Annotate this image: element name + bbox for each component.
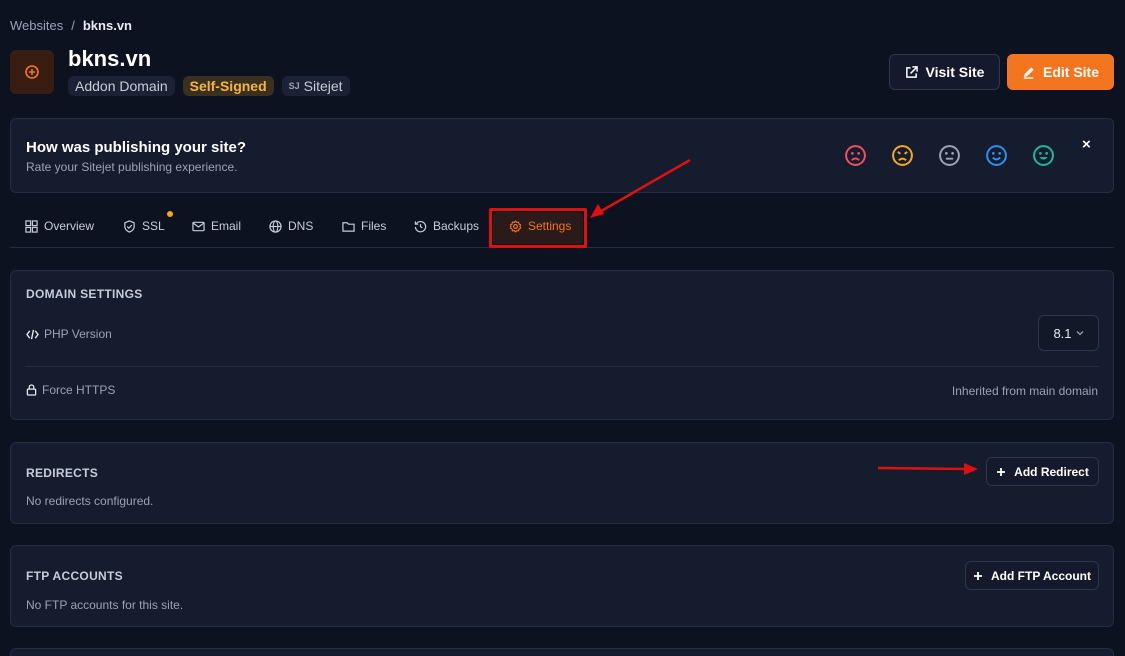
tab-files-label: Files xyxy=(361,219,387,233)
settings-annotation-box xyxy=(489,208,587,248)
add-redirect-label: Add Redirect xyxy=(1014,464,1089,479)
redirects-card: REDIRECTS No redirects configured. xyxy=(10,442,1114,524)
mail-icon xyxy=(192,221,205,231)
site-icon xyxy=(10,50,54,94)
tab-email[interactable]: Email xyxy=(192,219,241,233)
site-target-icon xyxy=(25,65,39,79)
add-ftp-account-button[interactable]: Add FTP Account xyxy=(965,561,1099,590)
tab-email-label: Email xyxy=(211,219,242,233)
feedback-title: How was publishing your site? xyxy=(26,139,247,156)
next-card-partial xyxy=(10,648,1114,656)
visit-site-button[interactable]: Visit Site xyxy=(889,54,1000,90)
php-version-label: PHP Version xyxy=(44,327,112,341)
edit-site-label: Edit Site xyxy=(1042,64,1099,80)
force-https-row: Force HTTPS xyxy=(26,383,115,397)
tab-ssl-label: SSL xyxy=(142,219,165,233)
shield-icon xyxy=(124,219,135,233)
feedback-panel: How was publishing your site? Rate your … xyxy=(10,118,1114,193)
php-version-row: PHP Version xyxy=(26,327,112,341)
feedback-subtitle: Rate your Sitejet publishing experience. xyxy=(26,160,238,174)
tab-overview-label: Overview xyxy=(44,219,95,233)
domain-settings-card: DOMAIN SETTINGS PHP Version Force HTTPS … xyxy=(10,270,1114,420)
lock-icon xyxy=(26,384,37,396)
chevron-down-icon xyxy=(1076,331,1083,336)
tab-dns[interactable]: DNS xyxy=(269,219,313,233)
tab-dns-label: DNS xyxy=(288,219,314,233)
breadcrumb-separator: / xyxy=(71,18,75,33)
ftp-empty-text: No FTP accounts for this site. xyxy=(26,598,184,612)
force-https-label: Force HTTPS xyxy=(42,383,116,397)
plus-icon xyxy=(974,571,982,580)
pencil-icon xyxy=(1023,66,1034,79)
add-redirect-button[interactable]: Add Redirect xyxy=(986,457,1099,486)
breadcrumb-websites-link[interactable]: Websites xyxy=(10,18,63,33)
page-title: bkns.vn xyxy=(68,46,152,71)
edit-site-button[interactable]: Edit Site xyxy=(1007,54,1114,90)
plus-icon xyxy=(997,467,1006,476)
domain-type-badge: Addon Domain xyxy=(68,76,175,96)
ssl-status-badge: Self-Signed xyxy=(182,76,274,96)
tab-ssl[interactable]: SSL xyxy=(123,219,165,233)
breadcrumb-current: bkns.vn xyxy=(82,18,132,33)
visit-site-label: Visit Site xyxy=(925,64,985,80)
redirects-empty-text: No redirects configured. xyxy=(26,494,154,508)
sitejet-icon: SJ xyxy=(288,81,300,91)
tab-backups[interactable]: Backups xyxy=(414,219,479,233)
breadcrumb: Websites / bkns.vn xyxy=(10,18,132,33)
very-unhappy-face-icon[interactable] xyxy=(845,145,866,166)
globe-icon xyxy=(269,219,282,233)
add-ftp-account-label: Add FTP Account xyxy=(991,568,1091,583)
ssl-warning-dot xyxy=(167,211,173,217)
site-badges: Addon Domain Self-Signed SJ Sitejet xyxy=(68,76,350,96)
builder-badge: SJ Sitejet xyxy=(281,76,350,96)
history-icon xyxy=(414,220,427,232)
external-link-icon xyxy=(905,65,918,78)
tab-files[interactable]: Files xyxy=(342,219,386,233)
very-happy-face-icon[interactable] xyxy=(1033,145,1054,166)
tab-overview[interactable]: Overview xyxy=(25,219,94,233)
close-feedback-button[interactable]: × xyxy=(1082,136,1091,153)
php-version-value: 8.1 xyxy=(1053,325,1072,341)
domain-settings-title: DOMAIN SETTINGS xyxy=(26,287,143,301)
force-https-value: Inherited from main domain xyxy=(951,384,1098,398)
redirects-title: REDIRECTS xyxy=(26,466,99,480)
settings-divider xyxy=(25,366,1099,367)
code-icon xyxy=(26,329,39,339)
happy-face-icon[interactable] xyxy=(986,145,1007,166)
ftp-accounts-card: FTP ACCOUNTS No FTP accounts for this si… xyxy=(10,545,1114,627)
tab-backups-label: Backups xyxy=(433,219,480,233)
ftp-accounts-title: FTP ACCOUNTS xyxy=(26,569,123,583)
builder-badge-label: Sitejet xyxy=(303,78,343,94)
unhappy-face-icon[interactable] xyxy=(892,145,913,166)
php-version-select[interactable]: 8.1 xyxy=(1038,315,1099,351)
folder-icon xyxy=(342,221,355,232)
grid-icon xyxy=(25,219,38,233)
neutral-face-icon[interactable] xyxy=(939,145,960,166)
